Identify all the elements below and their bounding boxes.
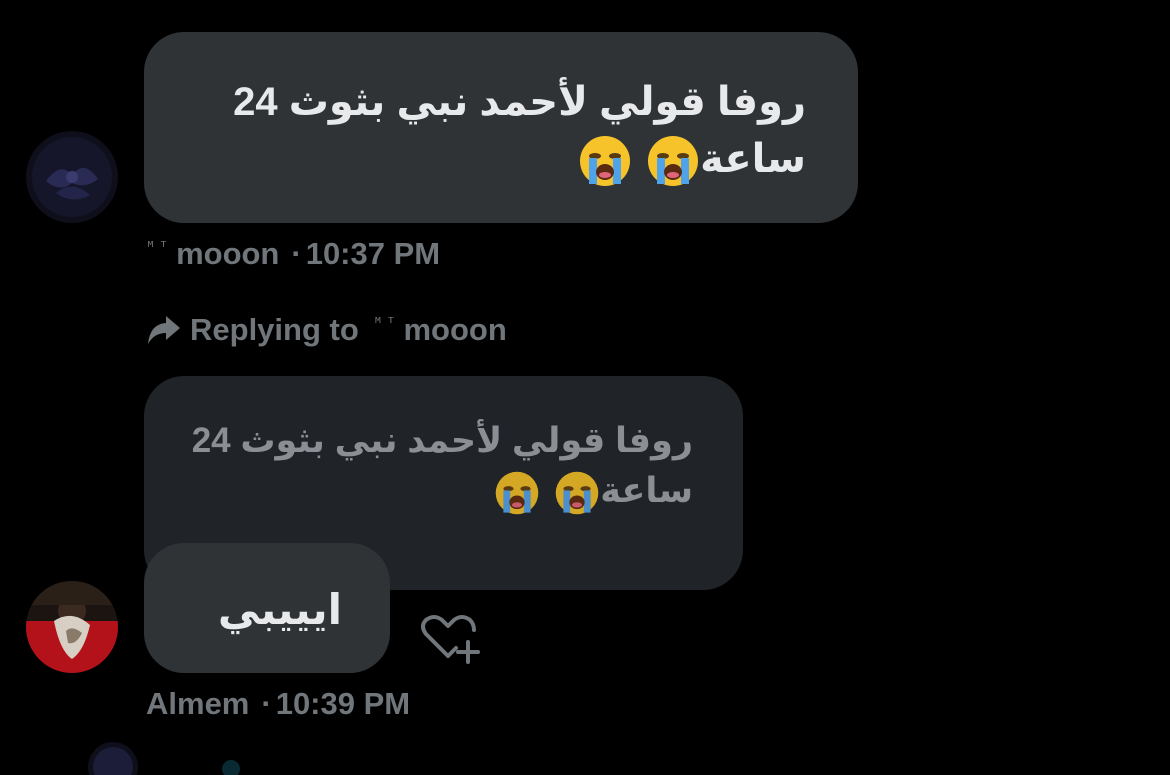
avatar-next[interactable]: [88, 742, 138, 775]
loudly-crying-face-icon: [646, 134, 700, 188]
message-time: 10:39 PM: [275, 686, 411, 721]
quoted-text-line-1: روفا قولي لأحمد نبي بثوث 24: [191, 421, 693, 460]
message-bubble-mooon[interactable]: روفا قولي لأحمد نبي بثوث 24 ساعة: [144, 32, 858, 223]
scroll-indicator: [222, 760, 240, 775]
dm-conversation: روفا قولي لأحمد نبي بثوث 24 ساعة ᴹᵀ mooon…: [0, 0, 1170, 775]
message-text-line-1: روفا قولي لأحمد نبي بثوث 24: [233, 80, 806, 124]
sender-badge: ᴹᵀ: [146, 238, 173, 256]
loudly-crying-face-icon: [494, 470, 540, 516]
avatar-almem[interactable]: [26, 581, 118, 673]
loudly-crying-face-icon: [554, 470, 600, 516]
reply-arrow-icon: [146, 314, 182, 354]
message-text-line-2: ساعة: [184, 131, 806, 188]
replying-name[interactable]: mooon: [403, 312, 506, 347]
message-time: 10:37 PM: [305, 236, 441, 271]
sender-name[interactable]: mooon: [176, 236, 279, 271]
replying-label: Replying to: [190, 312, 359, 347]
sender-name[interactable]: Almem: [146, 686, 249, 721]
replying-to[interactable]: Replying to ᴹᵀ mooon: [146, 312, 507, 354]
quoted-text-line-2: ساعة: [480, 471, 693, 515]
message-meta-almem: Almem · 10:39 PM: [146, 686, 410, 722]
message-bubble-almem[interactable]: ايييبي: [144, 543, 390, 673]
message-text: ايييبي: [217, 586, 342, 633]
avatar-mooon[interactable]: [26, 131, 118, 223]
heart-plus-icon[interactable]: [418, 612, 484, 664]
meta-separator: ·: [291, 236, 302, 271]
message-meta-mooon: ᴹᵀ mooon · 10:37 PM: [146, 236, 440, 272]
replying-badge: ᴹᵀ: [373, 314, 400, 332]
meta-separator: ·: [261, 686, 272, 721]
loudly-crying-face-icon: [578, 134, 632, 188]
